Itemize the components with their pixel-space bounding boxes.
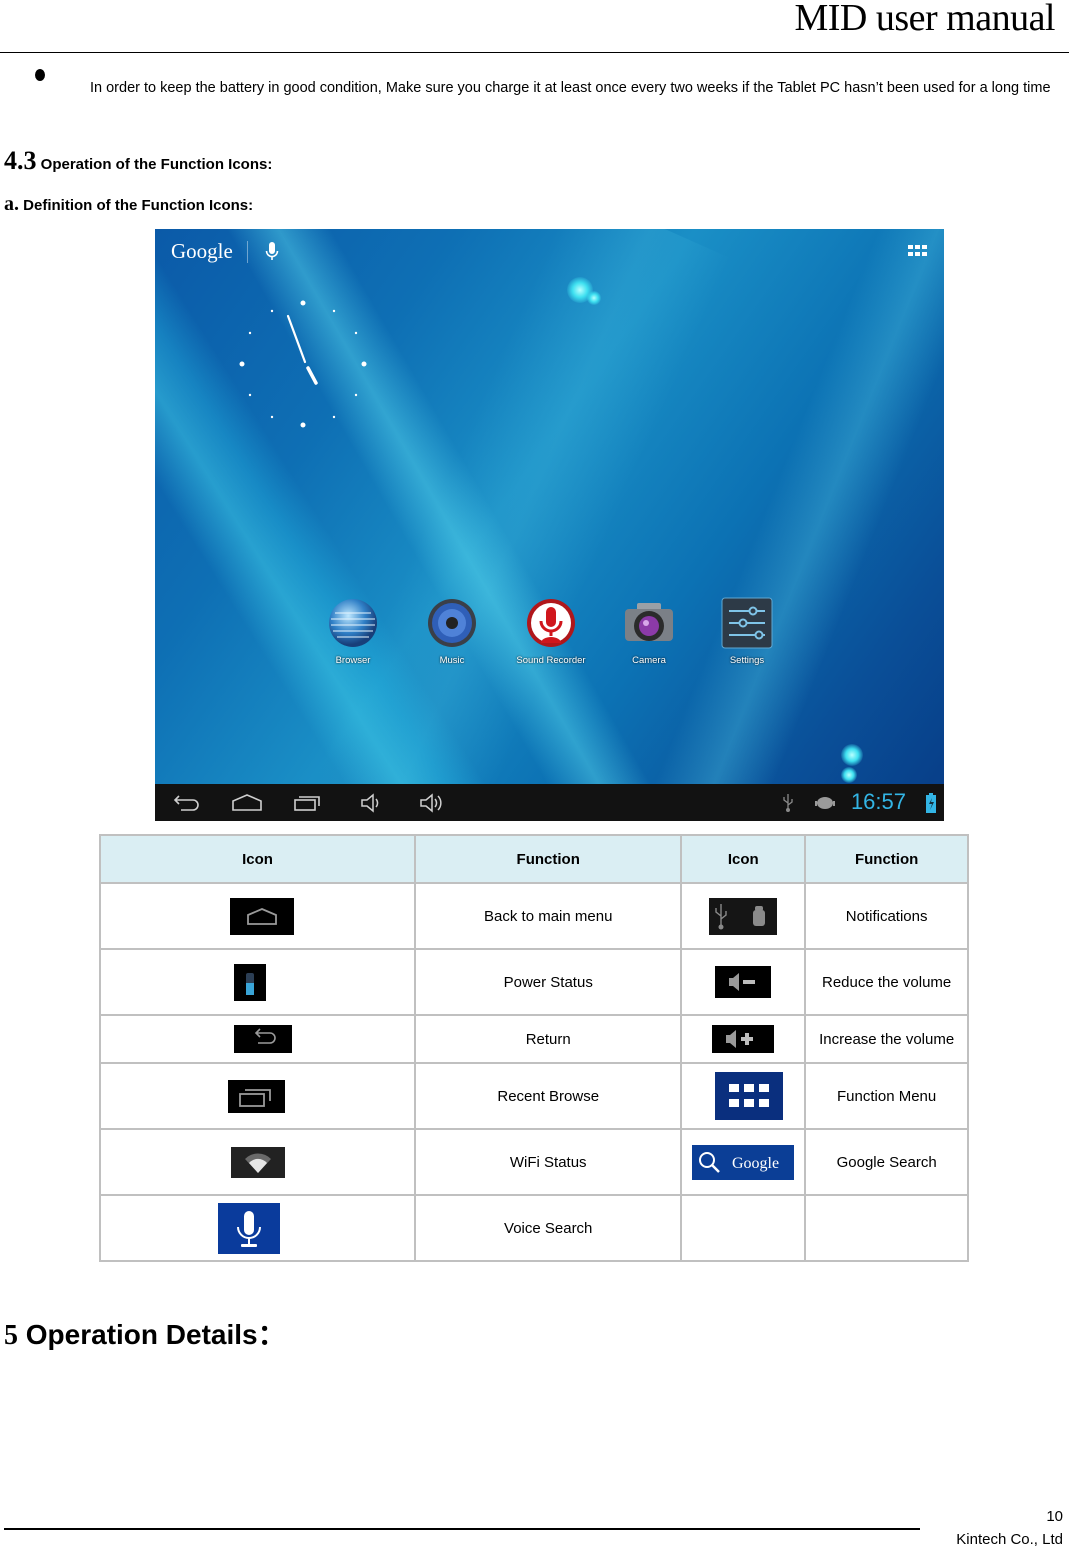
app-sound-recorder[interactable]: Sound Recorder [506, 597, 596, 666]
table-row: Recent Browse Function Menu [98, 1062, 969, 1130]
volume-up-icon [712, 1025, 775, 1053]
icon-cell [98, 1128, 417, 1196]
icon-cell [680, 882, 807, 950]
subsection-number: a. [4, 193, 19, 215]
section-number: 5 [4, 1320, 18, 1351]
back-icon[interactable] [173, 793, 201, 811]
analog-clock-widget[interactable] [238, 299, 368, 429]
icon-cell [98, 1062, 417, 1130]
function-cell: Reduce the volume [804, 948, 969, 1016]
usb-android-notification-icon [709, 897, 778, 935]
volume-down-icon [715, 966, 772, 998]
table-row: Back to main menu Notifications [98, 882, 969, 950]
function-cell: Google Search [804, 1128, 969, 1196]
status-clock: 16:57 [850, 789, 906, 814]
icon-cell: Google [680, 1128, 807, 1196]
table-row: Voice Search [98, 1194, 969, 1262]
battery-icon [233, 963, 266, 1001]
wifi-icon [230, 1146, 285, 1178]
camera-icon [625, 603, 673, 641]
column-header: Icon [680, 834, 807, 884]
microphone-icon [527, 599, 575, 647]
wallpaper-glow [841, 767, 857, 783]
function-cell: Notifications [804, 882, 969, 950]
recent-apps-icon[interactable] [293, 793, 323, 811]
app-label: Music [439, 655, 465, 666]
icon-cell [680, 1014, 807, 1064]
icon-cell [98, 1014, 417, 1064]
battery-charging-icon [926, 793, 936, 813]
section-title: Operation Details： [25, 1319, 286, 1350]
icon-cell [680, 948, 807, 1016]
icon-cell [98, 1194, 417, 1262]
function-cell: Power Status [414, 948, 683, 1016]
document-header-title: MID user manual [794, 0, 1055, 39]
volume-up-icon[interactable] [419, 793, 447, 813]
app-browser[interactable]: Browser [308, 597, 398, 666]
function-cell: Function Menu [804, 1062, 969, 1130]
column-header: Function [414, 834, 683, 884]
function-cell: Back to main menu [414, 882, 683, 950]
apps-grid-icon [715, 1072, 784, 1120]
header-rule [0, 52, 1069, 53]
tablet-home-screenshot: Google Browser Music Sound Recorder Came… [155, 229, 944, 821]
battery-tip-text: In order to keep the battery in good con… [90, 80, 1051, 96]
apps-grid-icon[interactable] [908, 245, 928, 258]
app-settings[interactable]: Settings [702, 597, 792, 666]
function-cell: Increase the volume [804, 1014, 969, 1064]
google-search-bar[interactable]: Google [171, 239, 233, 264]
subsection-heading-a: a. Definition of the Function Icons: [4, 193, 253, 216]
app-label: Browser [335, 655, 371, 666]
function-cell: Recent Browse [414, 1062, 683, 1130]
browser-globe-icon [329, 599, 377, 647]
usb-icon[interactable] [782, 793, 794, 813]
column-header: Function [804, 834, 969, 884]
app-camera[interactable]: Camera [604, 597, 694, 666]
table-header-row: Icon Function Icon Function [98, 834, 969, 884]
bullet-icon [35, 69, 45, 81]
google-search-icon: Google [692, 1144, 795, 1180]
function-cell: Return [414, 1014, 683, 1064]
page-number: 10 [1046, 1508, 1063, 1525]
voice-search-icon[interactable] [265, 242, 279, 262]
wallpaper-glow [841, 744, 863, 766]
column-header: Icon [98, 834, 417, 884]
home-icon [229, 897, 294, 935]
table-row: Power Status Reduce the volume [98, 948, 969, 1016]
icon-cell [98, 948, 417, 1016]
app-music[interactable]: Music [407, 597, 497, 666]
footer-rule [4, 1528, 920, 1530]
section-heading-4-3: 4.3 Operation of the Function Icons: [4, 146, 272, 176]
icon-cell [680, 1062, 807, 1130]
search-divider [247, 241, 248, 263]
voice-search-mic-icon [217, 1202, 280, 1254]
function-cell: WiFi Status [414, 1128, 683, 1196]
subsection-title: Definition of the Function Icons: [23, 197, 254, 214]
function-icon-table: Icon Function Icon Function Back to main… [98, 834, 969, 1262]
recent-apps-icon [228, 1079, 286, 1113]
company-name: Kintech Co., Ltd [956, 1531, 1063, 1548]
back-icon [233, 1025, 292, 1053]
table-row: Return Increase the volume [98, 1014, 969, 1064]
music-speaker-icon [428, 599, 476, 647]
empty-function-cell [804, 1194, 969, 1262]
google-logo-text: Google [732, 1155, 779, 1172]
function-cell: Voice Search [414, 1194, 683, 1262]
app-label: Sound Recorder [516, 655, 586, 666]
section-number: 4.3 [4, 146, 37, 175]
app-label: Camera [632, 655, 666, 666]
android-debug-icon[interactable] [815, 795, 835, 809]
home-icon[interactable] [231, 793, 263, 811]
section-title: Operation of the Function Icons: [40, 156, 273, 173]
system-navigation-bar: 16:57 [155, 784, 944, 821]
settings-sliders-icon [721, 597, 773, 649]
section-heading-5: 5 Operation Details： [4, 1313, 286, 1353]
empty-icon-cell [680, 1194, 807, 1262]
wallpaper-glow [587, 291, 601, 305]
table-row: WiFi Status Google Google Search [98, 1128, 969, 1196]
icon-cell [98, 882, 417, 950]
app-label: Settings [729, 655, 765, 666]
app-dock: Browser Music Sound Recorder Camera Sett… [155, 597, 944, 667]
volume-down-icon[interactable] [360, 793, 384, 813]
